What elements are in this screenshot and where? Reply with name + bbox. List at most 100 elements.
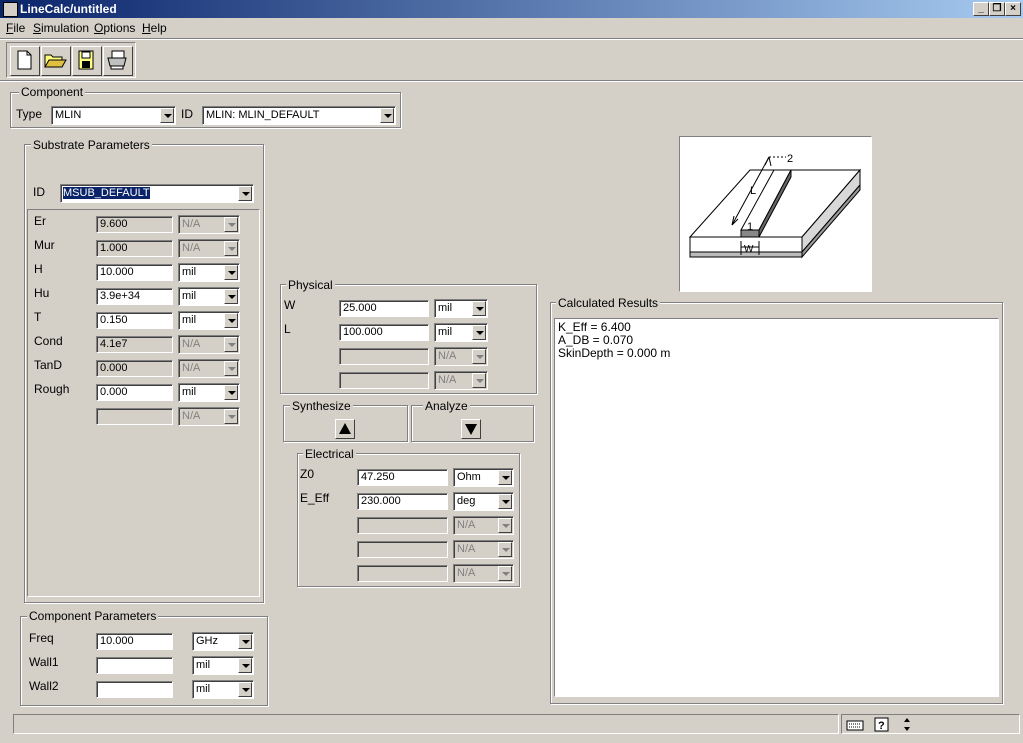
substrate-param-label: Cond	[34, 334, 63, 348]
substrate-param-unit-select[interactable]: N/A	[178, 335, 240, 354]
chevron-down-icon[interactable]	[498, 494, 512, 509]
chevron-down-icon[interactable]	[498, 542, 512, 557]
chevron-down-icon[interactable]	[380, 108, 394, 123]
chevron-down-icon[interactable]	[238, 186, 252, 201]
electrical-param-unit-select[interactable]: Ohm	[453, 468, 514, 487]
substrate-param-unit-select[interactable]: mil	[178, 383, 240, 402]
chevron-down-icon[interactable]	[224, 241, 238, 256]
new-file-button[interactable]	[10, 46, 40, 76]
physical-param-value-input[interactable]	[339, 348, 429, 365]
toolbar	[6, 42, 136, 78]
substrate-param-value-input[interactable]: 0.000	[96, 360, 173, 377]
electrical-param-unit-select[interactable]: N/A	[453, 564, 514, 583]
substrate-param-value-input[interactable]: 4.1e7	[96, 336, 173, 353]
electrical-param-value-input[interactable]	[357, 565, 448, 582]
chevron-down-icon[interactable]	[472, 373, 486, 388]
substrate-param-label: Er	[34, 214, 46, 228]
analyze-label: Analyze	[423, 399, 470, 413]
component-param-unit-select[interactable]: mil	[192, 656, 254, 675]
chevron-down-icon[interactable]	[498, 470, 512, 485]
component-param-value-input[interactable]	[96, 657, 173, 674]
substrate-param-unit-select[interactable]: mil	[178, 311, 240, 330]
close-button[interactable]: ×	[1005, 2, 1021, 16]
substrate-param-value-input[interactable]: 1.000	[96, 240, 173, 257]
print-icon	[107, 50, 127, 70]
save-file-button[interactable]	[72, 46, 102, 76]
chevron-down-icon[interactable]	[160, 108, 174, 123]
menu-options[interactable]: Options	[94, 21, 135, 35]
substrate-param-value-input[interactable]: 9.600	[96, 216, 173, 233]
substrate-param-value-input[interactable]: 3.9e+34	[96, 288, 173, 305]
status-bar-indicators: ?	[841, 714, 1020, 734]
save-disk-icon	[78, 50, 94, 70]
substrate-param-unit-select[interactable]: mil	[178, 263, 240, 282]
physical-param-value-input[interactable]: 25.000	[339, 300, 429, 317]
arrow-up-icon	[339, 423, 351, 434]
physical-param-unit-select[interactable]: N/A	[434, 347, 488, 366]
menu-help[interactable]: Help	[142, 21, 167, 35]
component-id-select[interactable]: MLIN: MLIN_DEFAULT	[202, 106, 396, 125]
electrical-param-unit-select[interactable]: N/A	[453, 516, 514, 535]
chevron-down-icon[interactable]	[472, 325, 486, 340]
chevron-down-icon[interactable]	[498, 518, 512, 533]
app-icon[interactable]	[3, 2, 18, 17]
substrate-param-unit-select[interactable]: N/A	[178, 239, 240, 258]
chevron-down-icon[interactable]	[224, 409, 238, 424]
electrical-param-value-input[interactable]: 47.250	[357, 469, 448, 486]
component-param-value-input[interactable]	[96, 681, 173, 698]
electrical-param-value-input[interactable]: 230.000	[357, 493, 448, 510]
electrical-param-value-input[interactable]	[357, 541, 448, 558]
port2-label: 2	[787, 153, 793, 165]
substrate-param-value-input[interactable]	[96, 408, 173, 425]
chevron-down-icon[interactable]	[498, 566, 512, 581]
physical-param-unit-select[interactable]: N/A	[434, 371, 488, 390]
substrate-param-unit-select[interactable]: N/A	[178, 359, 240, 378]
print-button[interactable]	[103, 46, 133, 76]
substrate-param-value-input[interactable]: 10.000	[96, 264, 173, 281]
chevron-down-icon[interactable]	[224, 361, 238, 376]
type-select[interactable]: MLIN	[51, 106, 176, 125]
restore-button[interactable]: ❐	[989, 2, 1005, 16]
chevron-down-icon[interactable]	[472, 301, 486, 316]
chevron-down-icon[interactable]	[224, 265, 238, 280]
spin-arrows-icon[interactable]	[902, 717, 912, 732]
substrate-group-label: Substrate Parameters	[31, 138, 152, 152]
physical-param-value-input[interactable]	[339, 372, 429, 389]
component-param-value-input[interactable]: 10.000	[96, 633, 173, 650]
component-param-unit-select[interactable]: GHz	[192, 632, 254, 651]
substrate-param-unit-select[interactable]: N/A	[178, 407, 240, 426]
minimize-button[interactable]: _	[973, 2, 989, 16]
help-icon[interactable]: ?	[874, 717, 890, 732]
substrate-param-unit-select[interactable]: N/A	[178, 215, 240, 234]
chevron-down-icon[interactable]	[224, 337, 238, 352]
chevron-down-icon[interactable]	[238, 682, 252, 697]
status-bar-message	[13, 714, 839, 734]
substrate-param-label: TanD	[34, 358, 63, 372]
analyze-button[interactable]	[461, 419, 481, 439]
substrate-param-value-input[interactable]: 0.150	[96, 312, 173, 329]
chevron-down-icon[interactable]	[224, 385, 238, 400]
substrate-id-select[interactable]: MSUB_DEFAULT	[60, 184, 254, 203]
menu-file[interactable]: File	[6, 21, 25, 35]
chevron-down-icon[interactable]	[472, 349, 486, 364]
electrical-param-unit-select[interactable]: deg	[453, 492, 514, 511]
physical-param-unit-select[interactable]: mil	[434, 299, 488, 318]
substrate-param-unit-select[interactable]: mil	[178, 287, 240, 306]
electrical-param-label: Z0	[300, 467, 315, 481]
chevron-down-icon[interactable]	[238, 634, 252, 649]
menu-simulation[interactable]: Simulation	[33, 21, 89, 35]
electrical-param-unit-select[interactable]: N/A	[453, 540, 514, 559]
chevron-down-icon[interactable]	[238, 658, 252, 673]
physical-param-unit-select[interactable]: mil	[434, 323, 488, 342]
physical-param-value-input[interactable]: 100.000	[339, 324, 429, 341]
chevron-down-icon[interactable]	[224, 289, 238, 304]
synthesize-button[interactable]	[335, 419, 355, 439]
chevron-down-icon[interactable]	[224, 313, 238, 328]
component-param-unit-select[interactable]: mil	[192, 680, 254, 699]
chevron-down-icon[interactable]	[224, 217, 238, 232]
physical-param-label: L	[284, 322, 291, 336]
substrate-param-value-input[interactable]: 0.000	[96, 384, 173, 401]
results-textarea[interactable]: K_Eff = 6.400 A_DB = 0.070 SkinDepth = 0…	[554, 318, 999, 697]
open-file-button[interactable]	[41, 46, 71, 76]
electrical-param-value-input[interactable]	[357, 517, 448, 534]
